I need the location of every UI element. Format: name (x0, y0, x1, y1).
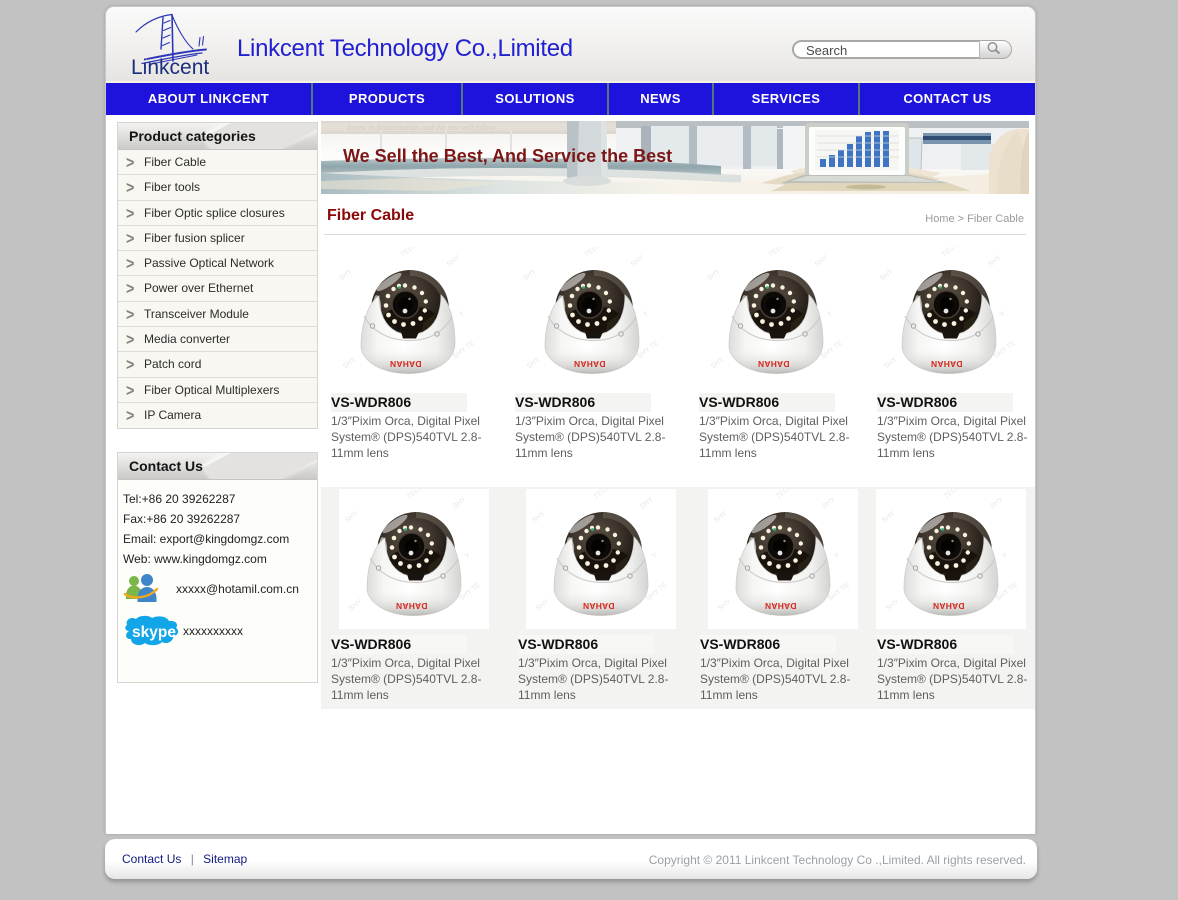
svg-text:Invest in Relationships and th: Invest in Relationships and the rest wil… (346, 123, 496, 132)
svg-text:We Sell the Best, And Service: We Sell the Best, And Service the Best (343, 146, 672, 166)
svg-text:skype: skype (132, 624, 176, 641)
